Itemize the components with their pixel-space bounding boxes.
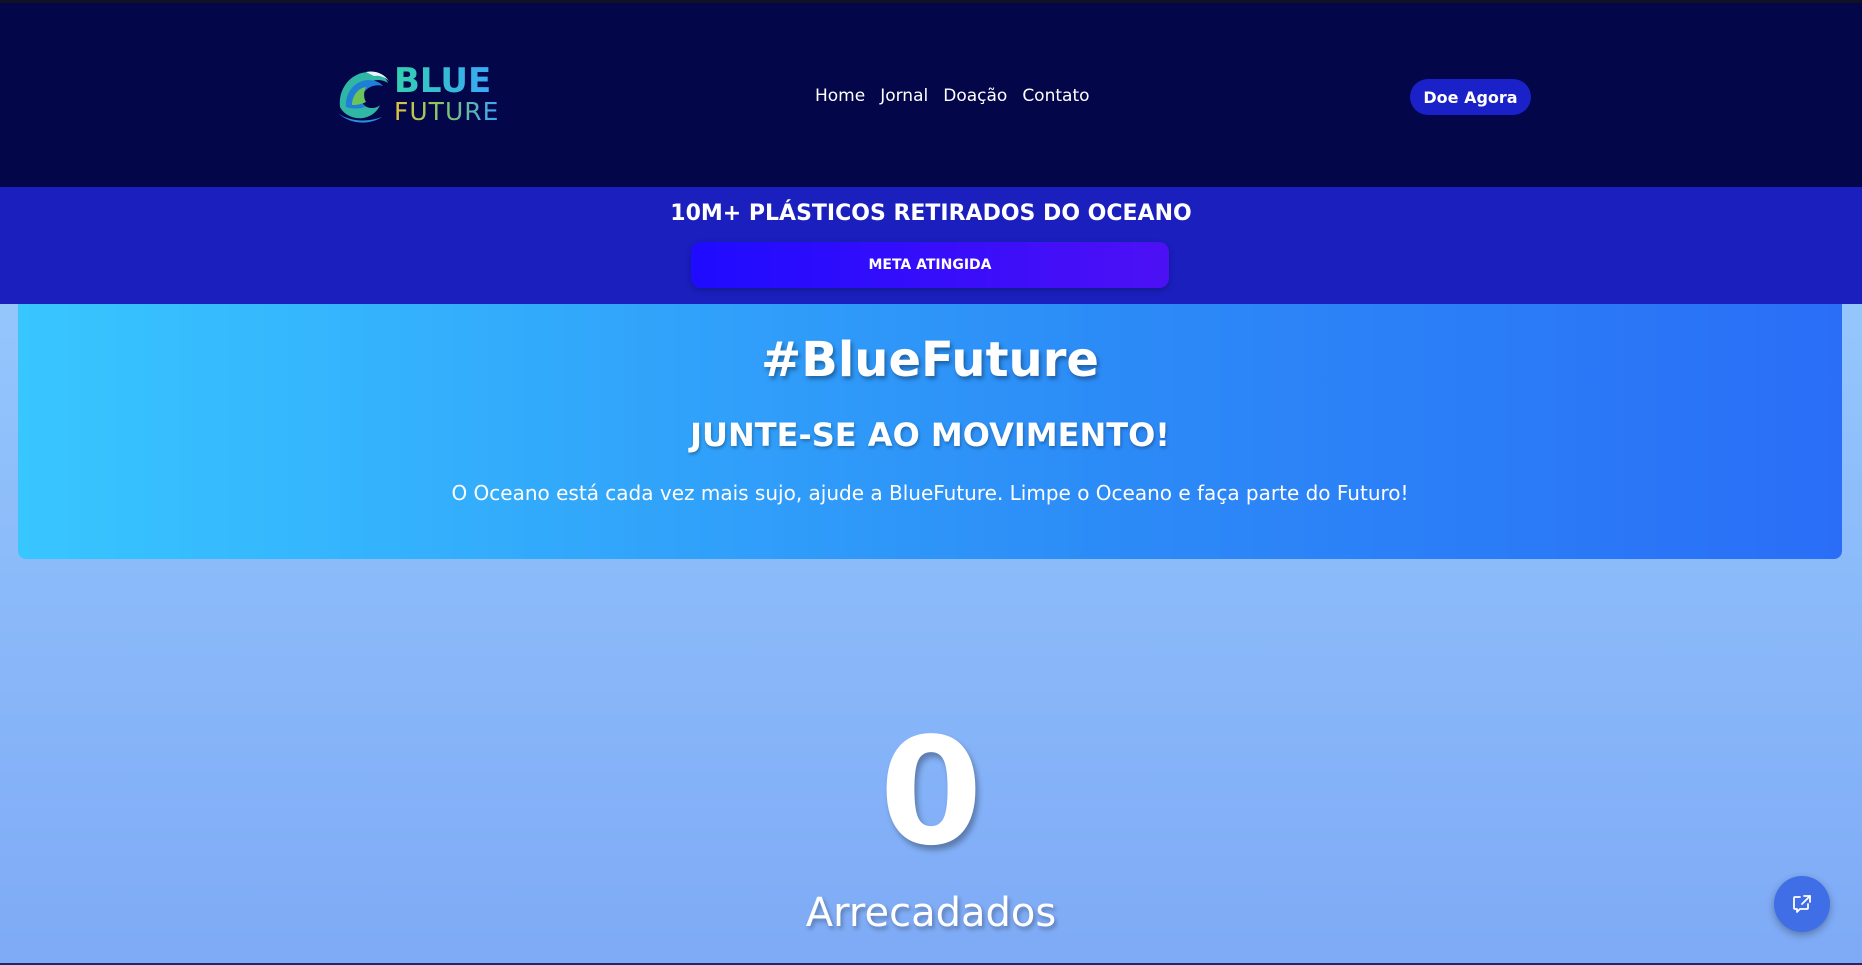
site-header: BLUE FUTURE Home Jornal Doação Contato D… (0, 3, 1862, 187)
nav-jornal[interactable]: Jornal (880, 86, 928, 106)
floating-chat-button[interactable] (1774, 876, 1830, 932)
nav-contato[interactable]: Contato (1022, 86, 1089, 106)
logo-text: BLUE FUTURE (394, 64, 499, 124)
logo-word-future: FUTURE (394, 97, 500, 126)
goal-reached-button[interactable]: META ATINGIDA (691, 242, 1169, 288)
hero-title: #BlueFuture (761, 332, 1099, 388)
donation-counter: 0 (879, 706, 983, 878)
external-chat-icon (1793, 895, 1811, 913)
banner-title: 10M+ PLÁSTICOS RETIRADOS DO OCEANO (670, 201, 1192, 226)
hero-card: #BlueFuture JUNTE-SE AO MOVIMENTO! O Oce… (18, 304, 1842, 559)
main-nav: Home Jornal Doação Contato (815, 86, 1090, 106)
counter-label: Arrecadados (805, 890, 1057, 936)
wave-logo-icon (338, 71, 389, 123)
donate-button[interactable]: Doe Agora (1410, 79, 1531, 115)
page: BLUE FUTURE Home Jornal Doação Contato D… (0, 0, 1862, 965)
nav-doacao[interactable]: Doação (943, 86, 1007, 106)
logo[interactable]: BLUE FUTURE (332, 62, 498, 128)
logo-word-blue: BLUE (394, 64, 499, 98)
nav-home[interactable]: Home (815, 86, 865, 106)
impact-banner: 10M+ PLÁSTICOS RETIRADOS DO OCEANO META … (0, 187, 1862, 304)
hero-subtitle: JUNTE-SE AO MOVIMENTO! (690, 416, 1170, 454)
hero-description: O Oceano está cada vez mais sujo, ajude … (451, 481, 1409, 505)
